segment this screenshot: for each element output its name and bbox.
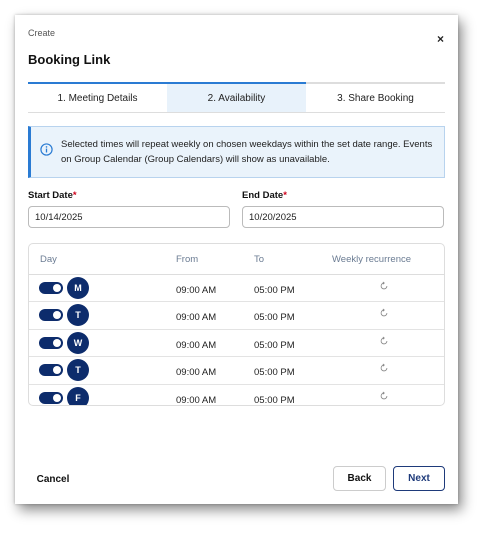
end-date-label: End Date*: [242, 190, 287, 201]
day-toggle[interactable]: [39, 391, 63, 404]
day-badge: T: [67, 304, 89, 327]
info-text: Selected times will repeat weekly on cho…: [61, 139, 433, 165]
back-button[interactable]: Back: [333, 466, 386, 491]
table-row: F 09:00 AM 05:00 PM: [29, 385, 444, 405]
day-badge: F: [67, 386, 89, 405]
day-badge: W: [67, 331, 89, 354]
day-toggle[interactable]: [39, 309, 63, 322]
from-time[interactable]: 09:00 AM: [176, 367, 216, 378]
recurrence-icon[interactable]: [379, 363, 389, 373]
start-date-label: Start Date*: [28, 190, 77, 201]
table-body: M 09:00 AM 05:00 PM T 09:00 AM 05:00 PM W 09:00…: [29, 275, 444, 405]
from-time[interactable]: 09:00 AM: [176, 312, 216, 323]
info-banner: Selected times will repeat weekly on cho…: [28, 126, 445, 178]
tab-share-booking[interactable]: 3. Share Booking: [306, 82, 445, 112]
next-button[interactable]: Next: [393, 466, 445, 491]
end-date-input[interactable]: 10/20/2025: [242, 206, 444, 228]
close-icon[interactable]: ×: [437, 32, 444, 46]
day-badge: M: [67, 277, 89, 299]
start-date-label-text: Start Date: [28, 190, 73, 201]
dialog-title: Booking Link: [28, 52, 111, 67]
booking-link-dialog: Create × Booking Link 1. Meeting Details…: [15, 15, 458, 504]
day-toggle[interactable]: [39, 364, 63, 377]
header-day: Day: [40, 254, 57, 265]
end-date-label-text: End Date: [242, 190, 284, 201]
from-time[interactable]: 09:00 AM: [176, 285, 216, 296]
required-marker: *: [283, 190, 287, 201]
from-time[interactable]: 09:00 AM: [176, 340, 216, 351]
day-toggle[interactable]: [39, 336, 63, 349]
table-row: T 09:00 AM 05:00 PM: [29, 357, 444, 385]
table-row: T 09:00 AM 05:00 PM: [29, 302, 444, 330]
tab-meeting-details[interactable]: 1. Meeting Details: [28, 82, 167, 112]
table-row: W 09:00 AM 05:00 PM: [29, 330, 444, 358]
stepper-tabs: 1. Meeting Details 2. Availability 3. Sh…: [28, 82, 445, 113]
availability-table: Day From To Weekly recurrence M 09:00 AM 0…: [28, 243, 445, 406]
header-to: To: [254, 254, 265, 265]
info-circle-icon: [40, 143, 53, 156]
recurrence-icon[interactable]: [379, 336, 389, 346]
recurrence-icon[interactable]: [379, 391, 389, 401]
recurrence-icon[interactable]: [379, 308, 389, 318]
to-time[interactable]: 05:00 PM: [254, 312, 295, 323]
tab-availability[interactable]: 2. Availability: [167, 82, 306, 112]
cancel-button[interactable]: Cancel: [28, 468, 78, 490]
to-time[interactable]: 05:00 PM: [254, 367, 295, 378]
table-row: M 09:00 AM 05:00 PM: [29, 275, 444, 303]
dialog-pre-title: Create: [28, 28, 56, 38]
day-toggle[interactable]: [39, 282, 63, 294]
start-date-input[interactable]: 10/14/2025: [28, 206, 230, 228]
required-marker: *: [72, 190, 77, 201]
from-time[interactable]: 09:00 AM: [176, 395, 216, 405]
day-badge: T: [67, 359, 89, 382]
to-time[interactable]: 05:00 PM: [254, 395, 295, 405]
header-from: From: [176, 254, 199, 265]
to-time[interactable]: 05:00 PM: [254, 285, 295, 296]
table-header: Day From To Weekly recurrence: [29, 244, 444, 275]
recurrence-icon[interactable]: [379, 281, 389, 291]
to-time[interactable]: 05:00 PM: [254, 340, 295, 351]
header-recurrence: Weekly recurrence: [332, 254, 412, 265]
